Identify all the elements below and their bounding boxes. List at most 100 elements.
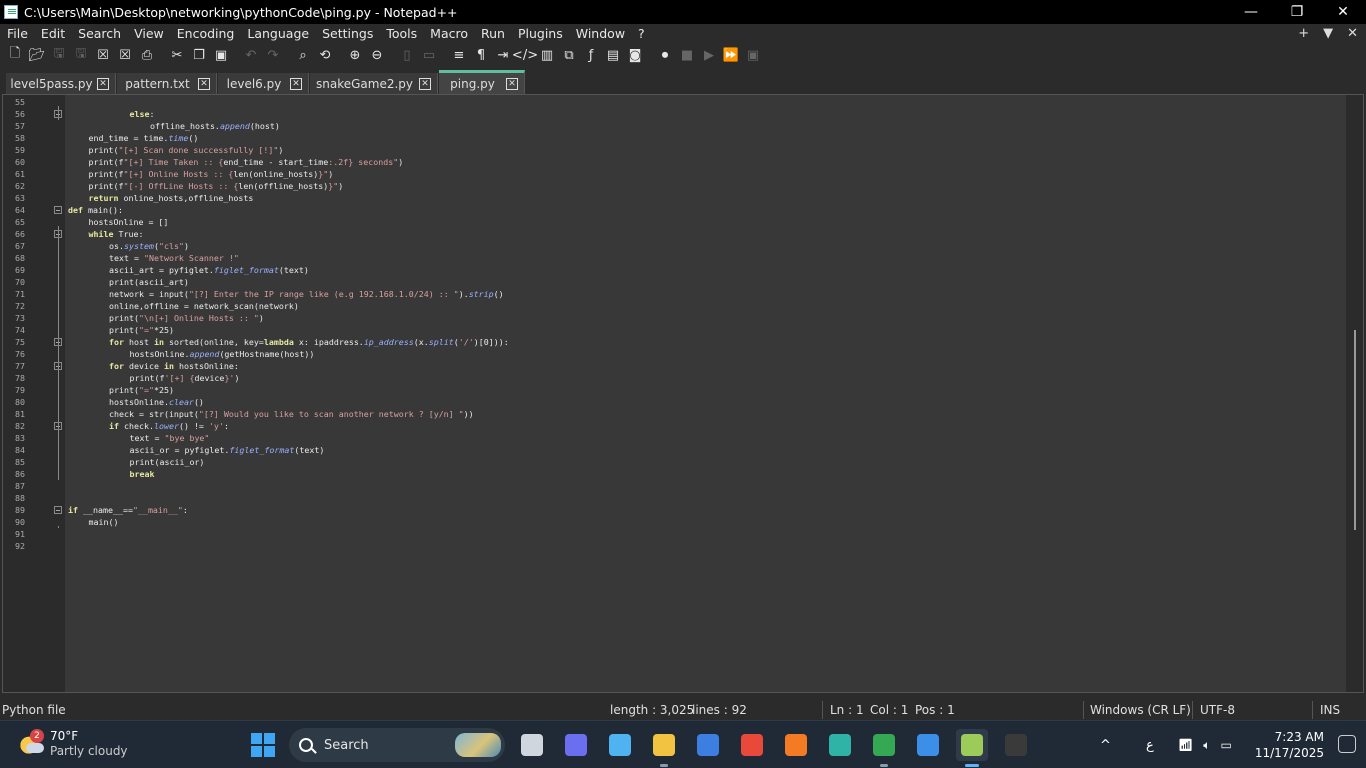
cut-icon[interactable]: ✂ xyxy=(166,45,188,65)
paste-icon[interactable]: ▣ xyxy=(210,45,232,65)
fold-guide xyxy=(58,526,59,528)
record-macro-icon[interactable]: ⏺ xyxy=(654,45,676,65)
firefox-icon[interactable] xyxy=(780,729,812,761)
sync-vertical-icon[interactable]: ▯ xyxy=(396,45,418,65)
code-token: print(f xyxy=(129,373,165,383)
taskbar-search[interactable]: Search xyxy=(289,728,505,762)
undo-icon[interactable]: ↶ xyxy=(240,45,262,65)
chrome-profile-icon[interactable] xyxy=(868,729,900,767)
tab-close-icon[interactable]: ✕ xyxy=(419,77,431,90)
minimize-button[interactable]: — xyxy=(1228,0,1274,24)
teams-chat-icon[interactable] xyxy=(560,729,592,761)
menu-encoding[interactable]: Encoding xyxy=(170,26,241,41)
menu-run[interactable]: Run xyxy=(474,26,511,41)
line-number: 77 xyxy=(15,361,25,371)
tab-close-icon[interactable]: ✕ xyxy=(290,77,302,90)
scrollbar-thumb[interactable] xyxy=(1354,330,1356,530)
indent-guide-icon[interactable]: ⇥ xyxy=(492,45,514,65)
play-macro-icon[interactable]: ▶ xyxy=(698,45,720,65)
find-icon[interactable]: ⌕ xyxy=(292,45,314,65)
weather-widget[interactable]: 2 70°F Partly cloudy xyxy=(18,729,128,759)
input-language[interactable]: ع xyxy=(1146,721,1154,768)
code-area[interactable]: else: offline_hosts.append(host) end_time … xyxy=(65,95,1347,692)
insert-mode[interactable]: INS xyxy=(1320,703,1340,717)
code-line: print("="*25) xyxy=(109,324,174,336)
tab-level6[interactable]: level6.py ✕ xyxy=(218,73,309,94)
fold-margin[interactable] xyxy=(51,95,65,692)
eol-format[interactable]: Windows (CR LF) xyxy=(1090,703,1191,717)
notepadpp-icon[interactable] xyxy=(956,729,988,767)
menu-settings[interactable]: Settings xyxy=(315,26,379,41)
save-icon[interactable]: 🖫 xyxy=(48,45,70,65)
close-all-icon[interactable]: ☒ xyxy=(114,45,136,65)
monitor-icon[interactable]: ◙ xyxy=(624,45,646,65)
editor[interactable]: 55 56 57 58 59 60 61 62 63 64 65 66 67 68 69 70 71 72 73 74… xyxy=(2,94,1364,693)
tab-level5pass[interactable]: level5pass.py ✕ xyxy=(6,73,116,94)
fold-toggle-icon[interactable] xyxy=(54,506,62,514)
tab-snakegame2[interactable]: snakeGame2.py ✕ xyxy=(310,73,438,94)
code-token: "__main__" xyxy=(132,505,183,515)
tab-close-icon[interactable]: ✕ xyxy=(198,77,210,90)
new-file-icon[interactable]: 🗋 xyxy=(4,45,26,65)
doc-map-icon[interactable]: ▥ xyxy=(536,45,558,65)
photos-icon[interactable] xyxy=(912,729,944,761)
stop-record-icon[interactable]: ■ xyxy=(676,45,698,65)
clock[interactable]: 7:23 AM 11/17/2025 xyxy=(1255,729,1324,761)
line-number: 67 xyxy=(15,241,25,251)
function-list-icon[interactable]: ƒ xyxy=(580,45,602,65)
close-doc-button[interactable]: ✕ xyxy=(1347,26,1358,41)
copilot-icon[interactable] xyxy=(604,729,636,761)
menu-plugins[interactable]: Plugins xyxy=(511,26,569,41)
fold-toggle-icon[interactable] xyxy=(54,206,62,214)
open-file-icon[interactable]: 📂︎ xyxy=(26,45,48,65)
encoding[interactable]: UTF-8 xyxy=(1200,703,1235,717)
menu-help[interactable]: ? xyxy=(631,26,651,41)
replace-icon[interactable]: ⟲ xyxy=(314,45,336,65)
tab-pattern[interactable]: pattern.txt ✕ xyxy=(117,73,217,94)
start-button[interactable] xyxy=(251,733,275,757)
close-icon[interactable]: ☒ xyxy=(92,45,114,65)
print-icon[interactable]: ⎙ xyxy=(136,45,158,65)
run-macro-multiple-icon[interactable]: ⏩ xyxy=(720,45,742,65)
menu-search[interactable]: Search xyxy=(71,26,127,41)
sync-horizontal-icon[interactable]: ▭ xyxy=(418,45,440,65)
tab-close-icon[interactable]: ✕ xyxy=(97,77,109,90)
task-view-icon[interactable] xyxy=(516,729,548,761)
xml-tag-icon[interactable]: </> xyxy=(512,45,538,65)
menu-window[interactable]: Window xyxy=(569,26,631,41)
tab-close-icon[interactable]: ✕ xyxy=(506,77,518,90)
show-all-chars-icon[interactable]: ¶ xyxy=(470,45,492,65)
zoom-out-icon[interactable]: ⊖ xyxy=(366,45,388,65)
menu-view[interactable]: View xyxy=(127,26,170,41)
zoom-in-icon[interactable]: ⊕ xyxy=(344,45,366,65)
new-tab-button[interactable]: + xyxy=(1298,26,1309,41)
notification-center-icon[interactable] xyxy=(1338,735,1356,753)
tray-overflow[interactable]: ^ xyxy=(1100,721,1111,768)
chrome-icon[interactable] xyxy=(736,729,768,761)
doc-list-icon[interactable]: ⧉ xyxy=(558,45,580,65)
code-line: print("\n[+] Online Hosts :: ") xyxy=(109,312,264,324)
tab-ping[interactable]: ping.py ✕ xyxy=(439,70,525,94)
file-explorer-icon[interactable] xyxy=(648,729,680,767)
code-token: ) xyxy=(398,157,404,167)
tab-list-button[interactable]: ▼ xyxy=(1323,26,1333,41)
save-all-icon[interactable]: 🖫 xyxy=(70,45,92,65)
system-tray[interactable]: 📶︎ 🔈︎ ▭ xyxy=(1178,721,1232,768)
save-macro-icon[interactable]: ▣ xyxy=(742,45,764,65)
vertical-scrollbar[interactable] xyxy=(1346,95,1363,692)
store-icon[interactable] xyxy=(692,729,724,761)
terminal-icon[interactable] xyxy=(1000,729,1032,761)
menu-edit[interactable]: Edit xyxy=(34,26,71,41)
redo-icon[interactable]: ↷ xyxy=(262,45,284,65)
close-button[interactable]: ✕ xyxy=(1320,0,1366,24)
menu-macro[interactable]: Macro xyxy=(423,26,474,41)
maximize-button[interactable]: ❐ xyxy=(1274,0,1320,24)
menu-file[interactable]: File xyxy=(0,26,34,41)
line-number: 91 xyxy=(15,529,25,539)
menu-language[interactable]: Language xyxy=(240,26,315,41)
edge-icon[interactable] xyxy=(824,729,856,761)
menu-tools[interactable]: Tools xyxy=(379,26,423,41)
word-wrap-icon[interactable]: ≡ xyxy=(448,45,470,65)
copy-icon[interactable]: ❐ xyxy=(188,45,210,65)
folder-workspace-icon[interactable]: ▤ xyxy=(602,45,624,65)
